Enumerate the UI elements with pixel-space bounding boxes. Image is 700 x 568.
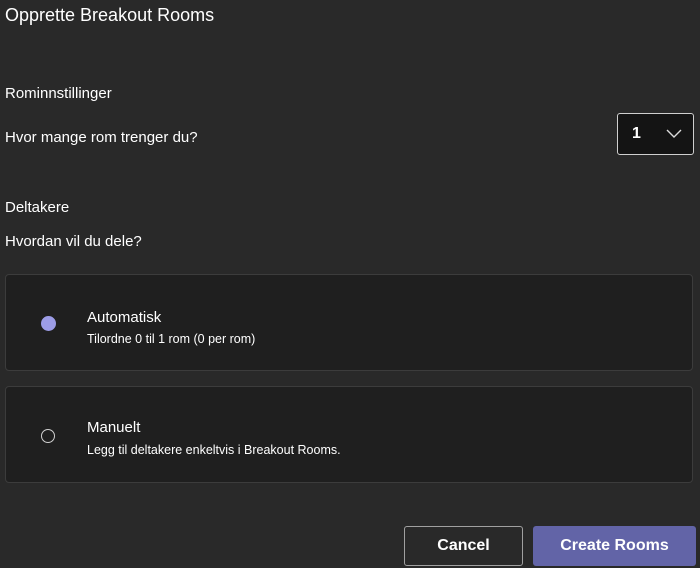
room-count-value: 1 — [632, 125, 641, 142]
room-count-question: Hvor mange rom trenger du? — [5, 129, 198, 146]
room-count-dropdown[interactable]: 1 — [617, 113, 694, 155]
room-settings-label: Rominnstillinger — [5, 85, 112, 102]
option-manual-description: Legg til deltakere enkeltvis i Breakout … — [87, 443, 341, 457]
create-rooms-button[interactable]: Create Rooms — [533, 526, 696, 566]
cancel-button[interactable]: Cancel — [404, 526, 523, 566]
option-automatic-title: Automatisk — [87, 309, 162, 326]
split-question: Hvordan vil du dele? — [5, 233, 142, 250]
radio-automatic[interactable] — [41, 316, 56, 331]
radio-manual[interactable] — [41, 429, 55, 443]
option-manual[interactable]: Manuelt Legg til deltakere enkeltvis i B… — [5, 386, 693, 483]
chevron-down-icon — [665, 128, 683, 140]
option-automatic[interactable]: Automatisk Tilordne 0 til 1 rom (0 per r… — [5, 274, 693, 371]
dialog-title: Opprette Breakout Rooms — [5, 5, 215, 25]
option-automatic-description: Tilordne 0 til 1 rom (0 per rom) — [87, 332, 256, 346]
participants-label: Deltakere — [5, 199, 70, 216]
option-manual-title: Manuelt — [87, 419, 141, 436]
